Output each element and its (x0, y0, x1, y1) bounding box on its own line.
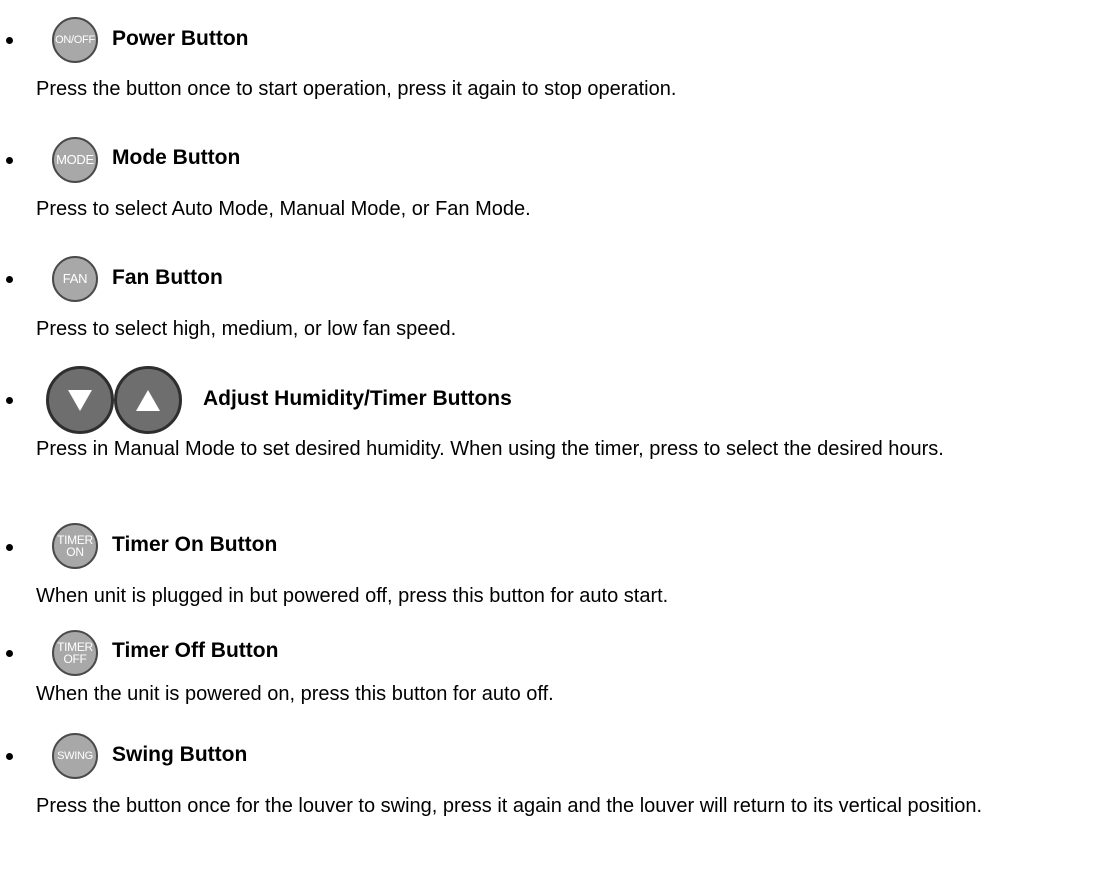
swing-button-description: Press the button once for the louver to … (36, 795, 983, 817)
on-off-icon: ON/OFF (52, 17, 98, 63)
adjust-buttons-title: Adjust Humidity/Timer Buttons (203, 387, 512, 410)
swing-button-title: Swing Button (112, 743, 248, 766)
adjust-buttons-description: Press in Manual Mode to set desired humi… (36, 438, 944, 460)
timer-off-button-title: Timer Off Button (112, 639, 279, 662)
fan-button-title: Fan Button (112, 266, 223, 289)
fan-icon-label: FAN (62, 271, 88, 286)
bullet (6, 753, 13, 760)
on-off-icon-label: ON/OFF (55, 34, 95, 46)
timer-off-icon: TIMER OFF (52, 630, 98, 676)
timer-off-button-description: When the unit is powered on, press this … (36, 683, 554, 705)
power-button-title: Power Button (112, 27, 249, 50)
bullet (6, 157, 13, 164)
timer-on-button-title: Timer On Button (112, 533, 278, 556)
down-arrow-shape (68, 390, 92, 411)
mode-button-title: Mode Button (112, 146, 241, 169)
swing-icon: SWING (52, 733, 98, 779)
mode-icon-label: MODE (56, 152, 94, 167)
bullet (6, 276, 13, 283)
bullet (6, 650, 13, 657)
swing-icon-label: SWING (57, 750, 93, 762)
power-button-description: Press the button once to start operation… (36, 78, 677, 100)
bullet (6, 544, 13, 551)
timer-on-icon: TIMER ON (52, 523, 98, 569)
mode-icon: MODE (52, 137, 98, 183)
down-arrow-icon (46, 366, 114, 434)
fan-button-description: Press to select high, medium, or low fan… (36, 318, 457, 340)
bullet (6, 37, 13, 44)
mode-button-description: Press to select Auto Mode, Manual Mode, … (36, 198, 531, 220)
fan-icon: FAN (52, 256, 98, 302)
bullet (6, 397, 13, 404)
timer-on-icon-label-bottom: ON (66, 545, 84, 559)
up-arrow-icon (114, 366, 182, 434)
timer-off-icon-label-bottom: OFF (63, 652, 87, 666)
timer-on-button-description: When unit is plugged in but powered off,… (36, 585, 669, 607)
up-arrow-shape (136, 390, 160, 411)
